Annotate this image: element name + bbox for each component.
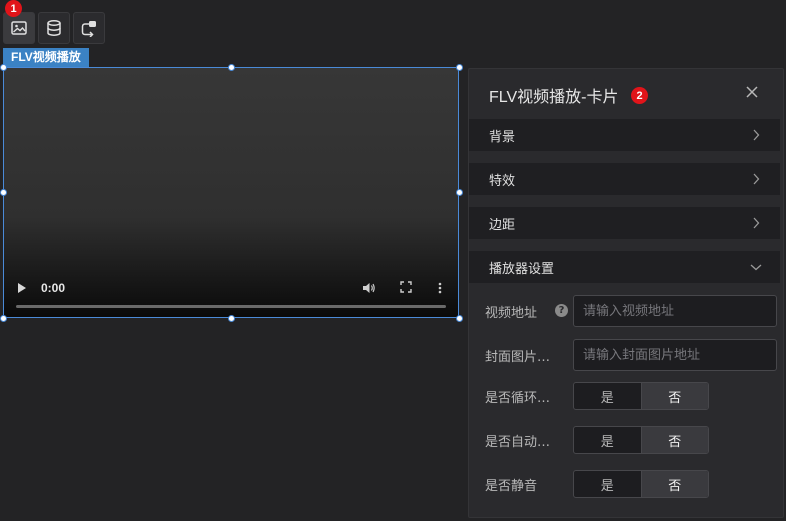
chevron-right-icon: [753, 173, 760, 185]
section-label: 背景: [489, 129, 516, 145]
section-margin[interactable]: 边距: [469, 207, 780, 239]
field-autoplay: 是否自动… 是 否: [485, 424, 781, 456]
autoplay-toggle: 是 否: [573, 426, 709, 454]
video-player[interactable]: 0:00: [3, 67, 459, 318]
video-url-input[interactable]: [573, 295, 777, 327]
volume-icon[interactable]: [362, 281, 376, 295]
help-icon[interactable]: ?: [555, 304, 568, 317]
fullscreen-icon[interactable]: [400, 281, 412, 293]
panel-title: FLV视频播放-卡片: [489, 89, 619, 106]
muted-yes-option[interactable]: 是: [574, 471, 641, 497]
video-controls: 0:00: [4, 275, 458, 308]
muted-no-option[interactable]: 否: [640, 471, 708, 497]
field-loop: 是否循环… 是 否: [485, 380, 781, 412]
autoplay-yes-option[interactable]: 是: [574, 427, 641, 453]
chevron-right-icon: [753, 217, 760, 229]
more-options-icon[interactable]: [437, 281, 443, 295]
interaction-component-button[interactable]: [73, 12, 105, 44]
resize-handle-n[interactable]: [228, 64, 235, 71]
component-label: FLV视频播放: [3, 48, 89, 67]
section-label: 特效: [489, 173, 516, 189]
resize-handle-sw[interactable]: [0, 315, 7, 322]
video-progress-bar[interactable]: [16, 305, 446, 308]
resize-handle-nw[interactable]: [0, 64, 7, 71]
autoplay-no-option[interactable]: 否: [640, 427, 708, 453]
field-label: 视频地址: [485, 305, 538, 321]
field-label: 是否循环…: [485, 390, 551, 406]
field-label: 封面图片…: [485, 349, 551, 365]
field-label: 是否静音: [485, 478, 538, 494]
database-icon: [47, 20, 61, 36]
resize-handle-e[interactable]: [456, 189, 463, 196]
chevron-right-icon: [753, 129, 760, 141]
section-effects[interactable]: 特效: [469, 163, 780, 195]
video-time: 0:00: [41, 281, 66, 295]
cover-image-input[interactable]: [573, 339, 777, 371]
field-muted: 是否静音 是 否: [485, 468, 781, 500]
section-label: 播放器设置: [489, 261, 555, 277]
resize-handle-se[interactable]: [456, 315, 463, 322]
image-icon: [11, 21, 27, 35]
data-component-button[interactable]: [38, 12, 70, 44]
section-player-settings[interactable]: 播放器设置: [469, 251, 780, 283]
chevron-down-icon: [750, 264, 762, 271]
play-icon[interactable]: [18, 283, 26, 293]
loop-no-option[interactable]: 否: [640, 383, 708, 409]
properties-panel: FLV视频播放-卡片 2 背景 特效 边距 播放器设置 视频地址 ? 封面图片…: [468, 68, 784, 518]
field-video-url: 视频地址 ?: [485, 295, 781, 327]
section-background[interactable]: 背景: [469, 119, 780, 151]
resize-handle-w[interactable]: [0, 189, 7, 196]
close-icon[interactable]: [745, 85, 759, 99]
step-badge-1: 1: [5, 0, 22, 17]
loop-toggle: 是 否: [573, 382, 709, 410]
loop-yes-option[interactable]: 是: [574, 383, 641, 409]
media-component-button[interactable]: [3, 12, 35, 44]
resize-handle-ne[interactable]: [456, 64, 463, 71]
field-cover-image: 封面图片…: [485, 339, 781, 371]
section-label: 边距: [489, 217, 516, 233]
muted-toggle: 是 否: [573, 470, 709, 498]
resize-handle-s[interactable]: [228, 315, 235, 322]
interaction-icon: [81, 21, 96, 37]
step-badge-2: 2: [631, 87, 648, 104]
field-label: 是否自动…: [485, 434, 551, 450]
